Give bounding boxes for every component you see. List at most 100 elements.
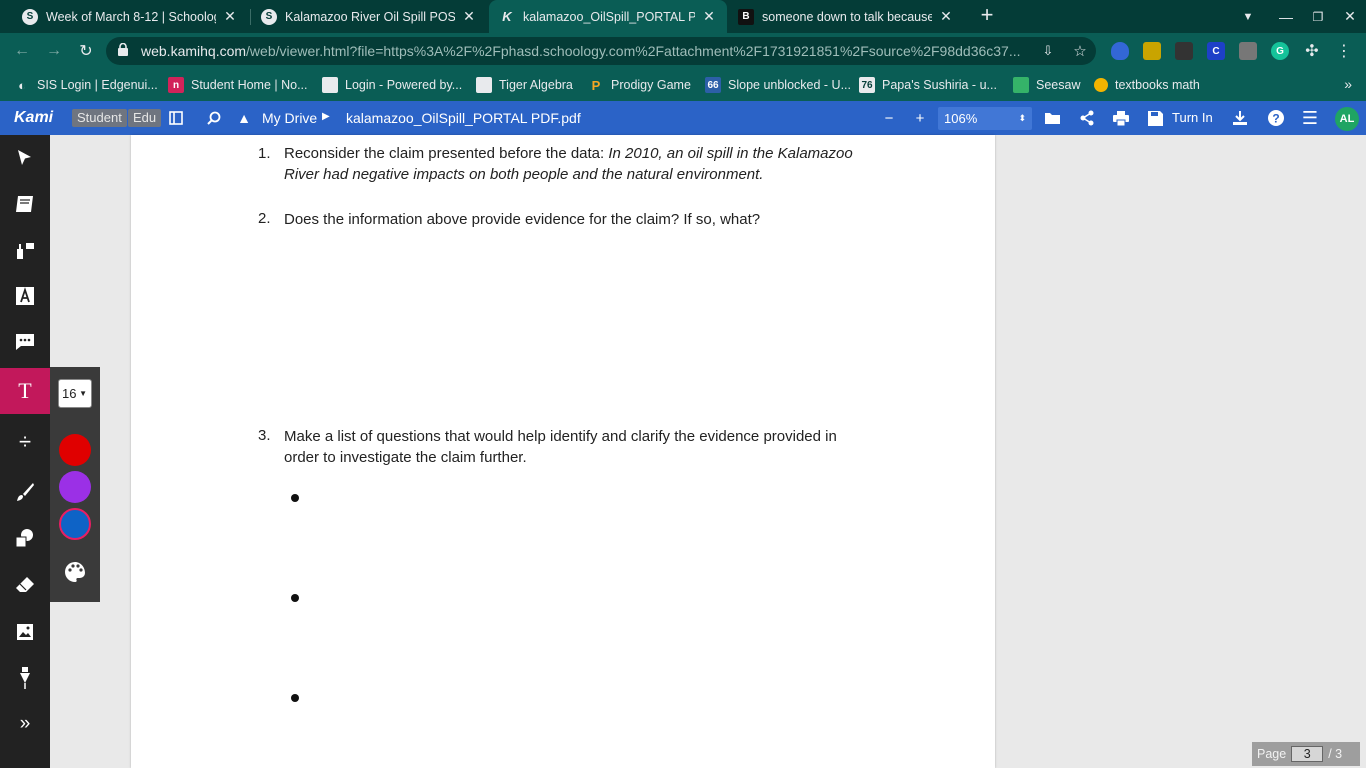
bookmark-edgenuity[interactable]: ◐ SIS Login | Edgenui... — [14, 69, 158, 101]
dot-icon — [1094, 78, 1108, 92]
address-bar[interactable]: web.kamihq.com/web/viewer.html?file=http… — [106, 37, 1096, 65]
share-icon[interactable] — [1077, 108, 1097, 128]
document-filename[interactable]: kalamazoo_OilSpill_PORTAL PDF.pdf — [346, 110, 581, 126]
schoology-icon: S — [22, 8, 38, 25]
extensions-puzzle-icon[interactable]: ✣ — [1300, 39, 1324, 63]
question-1-claim-continued: River had negative impacts on both peopl… — [284, 166, 764, 183]
answer-bullet — [291, 694, 299, 702]
minimize-icon[interactable]: — — [1270, 0, 1302, 33]
tool-sidebar: T ÷ » — [0, 135, 50, 768]
bookmark-label: Slope unblocked - U... — [728, 78, 851, 92]
page-number-input[interactable]: 3 — [1291, 746, 1324, 762]
tab-schoology-week[interactable]: S Week of March 8-12 | Schoology ✕ — [12, 0, 248, 33]
color-swatch-blue[interactable] — [59, 508, 91, 540]
zoom-select[interactable]: 106% ⬍ — [938, 107, 1032, 130]
font-size-select[interactable]: 16 ▼ — [58, 379, 92, 408]
help-icon[interactable]: ? — [1266, 108, 1286, 128]
drive-breadcrumb[interactable]: My Drive — [262, 110, 317, 126]
insert-image-icon[interactable] — [0, 609, 50, 655]
highlighter-comment-icon[interactable] — [0, 227, 50, 273]
pdf-page[interactable]: 1. Reconsider the claim presented before… — [131, 135, 995, 768]
answer-bullet — [291, 494, 299, 502]
seesaw-icon — [1013, 77, 1029, 93]
bookmark-seesaw[interactable]: Seesaw — [1013, 69, 1080, 101]
user-avatar[interactable]: AL — [1335, 107, 1359, 131]
dictionary-book-icon[interactable] — [0, 181, 50, 227]
zoom-updown-icon: ⬍ — [1018, 113, 1026, 123]
bookmark-slope[interactable]: 66 Slope unblocked - U... — [705, 69, 851, 101]
text-tool-options: 16 ▼ — [50, 367, 100, 602]
zoom-value: 106% — [944, 111, 978, 126]
tab-kami-pdf[interactable]: K kalamazoo_OilSpill_PORTAL PDF ✕ — [489, 0, 727, 33]
bookmarks-bar: ◐ SIS Login | Edgenui... n Student Home | … — [0, 69, 1366, 101]
zoom-out-icon[interactable]: − — [879, 108, 899, 128]
grammarly-icon[interactable]: G — [1271, 42, 1289, 60]
signature-pen-icon[interactable] — [0, 655, 50, 701]
palette-icon[interactable] — [63, 560, 87, 584]
page-total: / 3 — [1328, 747, 1343, 761]
window-close-icon[interactable]: ✕ — [1334, 0, 1366, 33]
copy-extension-icon[interactable] — [1239, 42, 1257, 60]
expand-sidebar-chevron-icon[interactable]: » — [0, 701, 50, 747]
font-size-value: 16 — [62, 386, 77, 401]
bookmark-login[interactable]: Login - Powered by... — [322, 69, 462, 101]
color-swatch-red[interactable] — [59, 434, 91, 466]
open-folder-icon[interactable] — [1043, 108, 1063, 128]
new-tab-plus-icon[interactable]: + — [976, 4, 998, 27]
forward-arrow-icon[interactable]: → — [42, 39, 66, 63]
sidebar-toggle-icon[interactable] — [166, 108, 186, 128]
close-tab-icon[interactable]: ✕ — [222, 8, 238, 25]
search-icon[interactable] — [204, 108, 224, 128]
question-3-text: Make a list of questions that would help… — [284, 426, 904, 468]
print-icon[interactable] — [1111, 108, 1131, 128]
reload-icon[interactable]: ↻ — [74, 39, 98, 63]
comment-bubble-icon[interactable] — [0, 319, 50, 365]
tab-title: someone down to talk because i — [762, 9, 932, 24]
svg-text:?: ? — [1272, 112, 1279, 126]
question-2-text: Does the information above provide evide… — [284, 211, 761, 228]
bookmark-label: Papa's Sushiria - u... — [882, 78, 997, 92]
question-1-text: Reconsider the claim presented before th… — [284, 143, 884, 185]
kami-header: Kami Student Edu ▲ My Drive ▶ kalamazoo_… — [0, 101, 1366, 135]
bookmark-tiger-algebra[interactable]: Tiger Algebra — [476, 69, 573, 101]
tab-brainly[interactable]: B someone down to talk because i ✕ — [728, 0, 964, 33]
menu-dots-icon[interactable]: ⋮ — [1332, 39, 1356, 63]
bookmark-prodigy[interactable]: P Prodigy Game — [588, 69, 691, 101]
c-extension-icon[interactable]: C — [1207, 42, 1225, 60]
more-bookmarks-chevron-icon[interactable]: » — [1344, 76, 1352, 92]
tab-oil-spill-poster[interactable]: S Kalamazoo River Oil Spill POSTE ✕ — [251, 0, 487, 33]
shapes-icon[interactable] — [0, 515, 50, 561]
bookmark-label: textbooks math — [1115, 78, 1200, 92]
bookmark-textbooks-math[interactable]: textbooks math — [1094, 69, 1200, 101]
zoom-in-icon[interactable]: + — [910, 108, 930, 128]
restore-icon[interactable]: ❐ — [1302, 0, 1334, 33]
text-tool-icon[interactable]: T — [0, 368, 50, 414]
markup-a-icon[interactable] — [0, 273, 50, 319]
install-app-icon[interactable]: ⇩ — [1038, 41, 1058, 61]
close-tab-icon[interactable]: ✕ — [701, 8, 717, 25]
color-swatch-purple[interactable] — [59, 471, 91, 503]
save-disk-icon[interactable] — [1145, 108, 1165, 128]
hamburger-menu-icon[interactable]: ☰ — [1300, 108, 1320, 128]
tab-title: Week of March 8-12 | Schoology — [46, 9, 216, 24]
tab-search-chevron-icon[interactable]: ▼ — [1232, 0, 1264, 33]
equation-divide-icon[interactable]: ÷ — [0, 419, 50, 465]
shield-extension-icon[interactable] — [1111, 42, 1129, 60]
back-arrow-icon[interactable]: ← — [10, 39, 34, 63]
close-tab-icon[interactable]: ✕ — [938, 8, 954, 25]
eraser-icon[interactable] — [0, 562, 50, 608]
classroom-extension-icon[interactable] — [1143, 42, 1161, 60]
grid-extension-icon[interactable] — [1175, 42, 1193, 60]
question-1-prompt: Reconsider the claim presented before th… — [284, 145, 609, 162]
turn-in-button[interactable]: Turn In — [1172, 110, 1213, 125]
tab-title: kalamazoo_OilSpill_PORTAL PDF — [523, 9, 695, 24]
download-icon[interactable] — [1230, 108, 1250, 128]
bookmark-star-icon[interactable]: ☆ — [1070, 41, 1090, 61]
answer-bullet — [291, 594, 299, 602]
close-tab-icon[interactable]: ✕ — [461, 8, 477, 25]
drawing-brush-icon[interactable] — [0, 469, 50, 515]
kami-icon: K — [502, 9, 512, 24]
select-pointer-icon[interactable] — [0, 135, 50, 181]
bookmark-papas-sushiria[interactable]: 76 Papa's Sushiria - u... — [859, 69, 997, 101]
bookmark-noredink[interactable]: n Student Home | No... — [168, 69, 308, 101]
